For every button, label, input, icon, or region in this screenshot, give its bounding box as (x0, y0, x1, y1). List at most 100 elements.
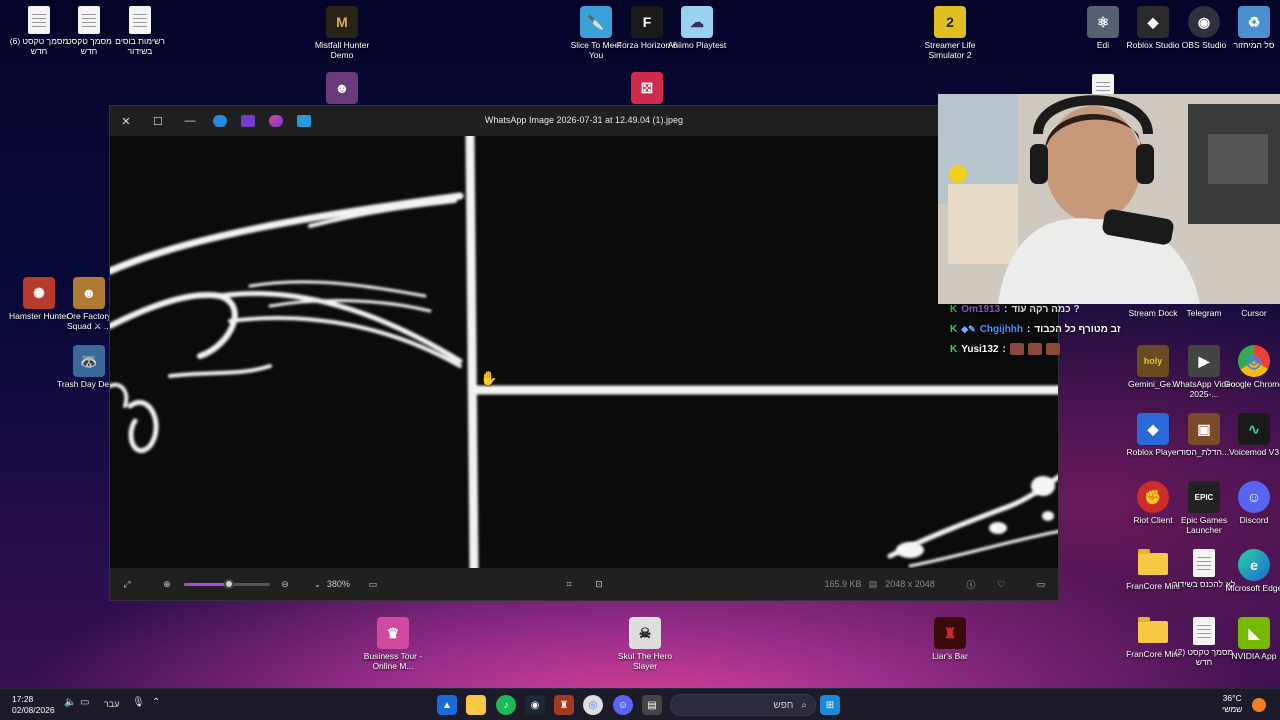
chat-username: Om1913 (961, 303, 1001, 315)
roblox-player-icon: ◆ (1137, 413, 1169, 445)
folder-icon (1138, 617, 1168, 643)
onedrive-icon[interactable] (213, 115, 227, 127)
slice-to-meet-you-icon: 🔪 (580, 6, 612, 38)
kick-icon: K (950, 343, 958, 355)
crop-icon: ⊡ (595, 578, 603, 589)
chat-username: Yusi132 (961, 343, 999, 355)
desktop-icon-voicemod[interactable]: ∿ Voicemod V3 (1226, 413, 1280, 457)
file-size: 165.9 KB (824, 579, 862, 589)
filmstrip-button[interactable]: ▭ (1032, 576, 1050, 592)
notification-icon[interactable] (1252, 698, 1266, 712)
clipchamp-icon[interactable] (241, 115, 255, 127)
zoom-level-text: 380% (326, 579, 350, 589)
edge-icon: e (1238, 549, 1270, 581)
weather-widget[interactable]: 36°C שמשי (1222, 693, 1242, 715)
chat-text: כמה רקה עוד ? (1011, 303, 1080, 315)
image-canvas[interactable] (110, 136, 1058, 570)
webcam-overlay (938, 94, 1280, 304)
desktop-icon-cursor[interactable]: Cursor (1226, 306, 1280, 318)
fullscreen-button[interactable]: ⤢ (118, 576, 136, 592)
steam-icon[interactable]: ◉ (525, 695, 545, 715)
photos-window[interactable]: ✕ ☐ — WhatsApp Image 2026-07-31 at 12.49… (109, 105, 1059, 601)
taskbar: 17:28 02/08/2026 🔈 ▭ עבר 🎙 ⌃ ▲ ♪ ◉ ♜ ◎ ☺… (0, 688, 1280, 720)
minimize-button[interactable]: — (174, 106, 206, 136)
info-button[interactable]: ⓘ (962, 576, 980, 592)
desktop-icon-streamer[interactable]: 2 Streamer Life Simulator 2 (922, 6, 978, 60)
text-document-icon (78, 6, 100, 34)
chrome-taskbar-icon[interactable]: ◎ (583, 695, 603, 715)
minimize-icon: — (184, 115, 196, 127)
desktop-icon-party[interactable]: ⚄ (619, 72, 675, 104)
fit-icon: ▭ (368, 578, 378, 589)
desktop-icon-whatsapp-video[interactable]: ▶ WhatsApp Video 2025-... (1172, 345, 1236, 399)
desktop-icon-epic[interactable]: EPIC Epic Games Launcher (1176, 481, 1232, 535)
start-button[interactable]: ⊞ (820, 695, 840, 715)
close-button[interactable]: ✕ (110, 106, 142, 136)
desktop-icon-nvidia[interactable]: ◣ NVIDIA App (1226, 617, 1280, 661)
chat-username: Chgijhhh (979, 323, 1024, 335)
zoom-level-dropdown[interactable]: ⌄ 380% (306, 576, 358, 592)
network-icon[interactable]: ▭ (80, 697, 89, 708)
microphone-icon[interactable]: 🎙 (132, 697, 145, 708)
volume-icon[interactable]: 🔈 (64, 697, 76, 708)
desktop-icon-edge[interactable]: e Microsoft Edge (1226, 549, 1280, 593)
desktop-icon-discord[interactable]: ☺ Discord (1226, 481, 1280, 525)
zoom-in-button[interactable]: ⊕ (158, 576, 176, 592)
task-view-icon[interactable]: ▤ (642, 695, 662, 715)
desktop-icon-liars[interactable]: ♜ Liar's Bar (922, 617, 978, 661)
maximize-button[interactable]: ☐ (142, 106, 174, 136)
text-document-icon (129, 6, 151, 34)
zoom-out-button[interactable]: ⊖ (276, 576, 294, 592)
desktop-icon-slice[interactable]: 🔪 Slice To Meet You (568, 6, 624, 60)
riot-icon: ✊ (1137, 481, 1169, 513)
crop-button[interactable]: ⊡ (590, 576, 608, 592)
favorite-button[interactable]: ♡ (992, 576, 1010, 592)
scan-icon: ⌗ (566, 578, 572, 589)
photos-taskbar-icon[interactable]: ▲ (437, 695, 457, 715)
desktop-icon-chrome[interactable]: ◎ Google Chrome (1224, 345, 1280, 389)
trash-day-icon: 🦝 (73, 345, 105, 377)
hamster-hunter-icon: ✺ (23, 277, 55, 309)
liars-bar-icon: ♜ (934, 617, 966, 649)
desktop-icon-mistfall[interactable]: M Mistfall Hunter Demo (314, 6, 370, 60)
desktop-icon-business[interactable]: ♛ Business Tour - Online M... (364, 617, 422, 671)
heart-icon: ♡ (996, 578, 1006, 589)
desktop-icon-recycle[interactable]: ♻ סל המיחזור (1226, 6, 1280, 50)
title-bar[interactable]: ✕ ☐ — WhatsApp Image 2026-07-31 at 12.49… (110, 106, 1058, 136)
voicemod-icon: ∿ (1238, 413, 1270, 445)
game-icon[interactable]: ♜ (554, 695, 574, 715)
info-icon: ⓘ (966, 579, 976, 590)
paint-icon[interactable] (297, 115, 311, 127)
search-box[interactable]: חפש ⌕ (670, 694, 816, 716)
streamer-life-icon: 2 (934, 6, 966, 38)
forza-icon: F (631, 6, 663, 38)
language-indicator[interactable]: עבר (104, 699, 119, 709)
designer-icon[interactable] (269, 115, 283, 127)
chevron-up-icon[interactable]: ⌃ (152, 697, 160, 708)
desktop-icon-person[interactable]: ☻ (314, 72, 370, 104)
kick-icon: K (950, 323, 958, 335)
desktop-icon-skul[interactable]: ☠ Skul The Hero Slayer (617, 617, 673, 671)
image-file-icon: ▣ (1188, 413, 1220, 445)
image-size-icon: ▤ (868, 578, 878, 589)
discord-taskbar-icon[interactable]: ☺ (613, 695, 633, 715)
desktop-icon-aniimo[interactable]: ☁ Aniimo Playtest (668, 6, 726, 50)
visual-search-button[interactable]: ⌗ (560, 576, 578, 592)
desktop-icon-list[interactable]: רשימות בוסים בשידור (112, 6, 168, 56)
zoom-slider[interactable] (184, 579, 270, 589)
text-document-icon (28, 6, 50, 34)
zoom-slider-fill (184, 583, 229, 586)
fit-to-window-button[interactable]: ▭ (364, 576, 382, 592)
kick-icon: K (950, 303, 958, 315)
emote-icon (1009, 343, 1024, 355)
discord-icon: ☺ (1238, 481, 1270, 513)
chrome-icon: ◎ (1238, 345, 1270, 377)
image-dimensions: 2048 x 2048 (885, 579, 935, 589)
clock[interactable]: 17:28 02/08/2026 (12, 694, 55, 716)
spotify-icon[interactable]: ♪ (496, 695, 516, 715)
file-explorer-icon[interactable] (466, 695, 486, 715)
zoom-slider-thumb[interactable] (223, 579, 234, 589)
obs-icon: ◉ (1188, 6, 1220, 38)
chat-message: K ◆✎ Chgijhhh : זב מטורף כל הכבוד (950, 323, 1121, 335)
zoom-in-icon: ⊕ (163, 578, 171, 589)
